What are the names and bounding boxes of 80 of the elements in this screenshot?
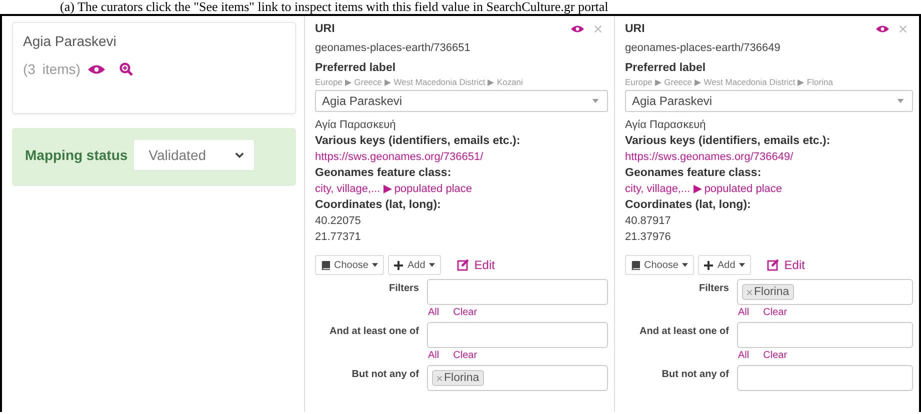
coordinate-value: 40.22075 (315, 214, 362, 229)
mapping-status-select[interactable]: Validated (134, 140, 254, 170)
plus-icon (394, 260, 404, 270)
choose-button[interactable]: Choose (625, 255, 694, 275)
uri-value: geonames-places-earth/736649 (625, 41, 782, 56)
filter-link[interactable]: All (738, 307, 750, 318)
caret-icon (682, 263, 688, 267)
label-select[interactable]: Agia Paraskevi (625, 90, 913, 112)
filter-label: Filters (698, 282, 729, 296)
caret-icon (739, 263, 746, 267)
uri-value: geonames-places-earth/736651 (315, 41, 472, 56)
feature-class-link[interactable]: city, village,... ▶ populated place (625, 181, 913, 197)
filter-label: Filters (388, 282, 419, 296)
caret-icon (592, 99, 599, 103)
eye-icon[interactable] (571, 25, 584, 33)
filter-field[interactable] (737, 322, 913, 348)
plus-icon (704, 260, 714, 270)
book-icon (321, 260, 330, 270)
preferred-label-heading: Preferred label (315, 61, 397, 76)
filter-tag[interactable]: Florina (432, 370, 484, 386)
choose-button[interactable]: Choose (315, 255, 384, 275)
filter-label: But not any of (350, 368, 419, 382)
eye-icon[interactable] (876, 25, 889, 33)
caret-icon (897, 99, 904, 103)
coordinates-heading: Coordinates (lat, long): (315, 198, 442, 213)
feature-class-heading: Geonames feature class: (315, 166, 452, 181)
filter-label: And at least one of (328, 325, 419, 339)
caret-icon (372, 263, 378, 267)
preferred-label-heading: Preferred label (625, 61, 707, 76)
filter-field[interactable] (427, 322, 608, 348)
keys-heading: Various keys (identifiers, emails etc.): (625, 134, 832, 149)
alternative-label: Αγία Παρασκευή (315, 118, 397, 133)
filter-field[interactable] (427, 279, 608, 305)
add-button[interactable]: Add (388, 255, 442, 275)
filter-field[interactable]: Florina (737, 279, 913, 305)
feature-class-link[interactable]: city, village,... ▶ populated place (315, 181, 608, 197)
label-select[interactable]: Agia Paraskevi (315, 90, 608, 112)
book-icon (631, 260, 640, 270)
edit-link[interactable]: Edit (767, 258, 805, 272)
filter-link[interactable]: All (738, 350, 750, 361)
filter-field[interactable]: Florina (427, 365, 608, 391)
chevron-icon (234, 152, 244, 158)
eye-icon[interactable] (88, 64, 106, 74)
filter-label: But not any of (660, 368, 729, 382)
value-title: Agia Paraskevi (23, 33, 118, 49)
geonames-link[interactable]: https://sws.geonames.org/736651/ (315, 149, 608, 165)
uri-heading: URI (625, 22, 645, 37)
figure-caption: (a) The curators click the "See items" link to inspect items with this field value in SearchCulture.gr portal (59, 0, 610, 14)
edit-link[interactable]: Edit (457, 258, 495, 272)
place-breadcrumb: Europe ▶ Greece ▶ West Macedonia District ▶ Kozani (315, 76, 524, 88)
edit-icon (767, 259, 780, 271)
filter-tag[interactable]: Florina (742, 284, 794, 300)
item-count: (3 items) (23, 61, 80, 77)
filter-link[interactable]: Clear (453, 307, 478, 318)
geonames-link[interactable]: https://sws.geonames.org/736649/ (625, 149, 913, 165)
uri-heading: URI (315, 22, 335, 37)
zoom-in-icon[interactable] (119, 62, 134, 76)
remove-icon[interactable] (437, 376, 442, 380)
edit-icon (457, 259, 470, 271)
close-icon[interactable] (899, 25, 907, 33)
caret-icon (429, 263, 436, 267)
filter-field[interactable] (737, 365, 913, 391)
coordinate-value: 21.37976 (625, 230, 672, 245)
keys-heading: Various keys (identifiers, emails etc.): (315, 134, 522, 149)
filter-link[interactable]: Clear (453, 350, 478, 361)
feature-class-heading: Geonames feature class: (625, 166, 762, 181)
remove-icon[interactable] (747, 290, 752, 294)
add-button[interactable]: Add (698, 255, 752, 275)
mapping-status-label: Mapping status (25, 147, 128, 163)
filter-link[interactable]: All (428, 350, 440, 361)
coordinates-heading: Coordinates (lat, long): (625, 198, 752, 213)
coordinate-value: 21.77371 (315, 230, 362, 245)
place-breadcrumb: Europe ▶ Greece ▶ West Macedonia District ▶ Florina (625, 76, 834, 88)
filter-link[interactable]: Clear (763, 307, 788, 318)
alternative-label: Αγία Παρασκευή (625, 118, 707, 133)
filter-link[interactable]: All (428, 307, 440, 318)
filter-label: And at least one of (638, 325, 729, 339)
filter-link[interactable]: Clear (763, 350, 788, 361)
close-icon[interactable] (594, 25, 602, 33)
coordinate-value: 40.87917 (625, 214, 672, 229)
